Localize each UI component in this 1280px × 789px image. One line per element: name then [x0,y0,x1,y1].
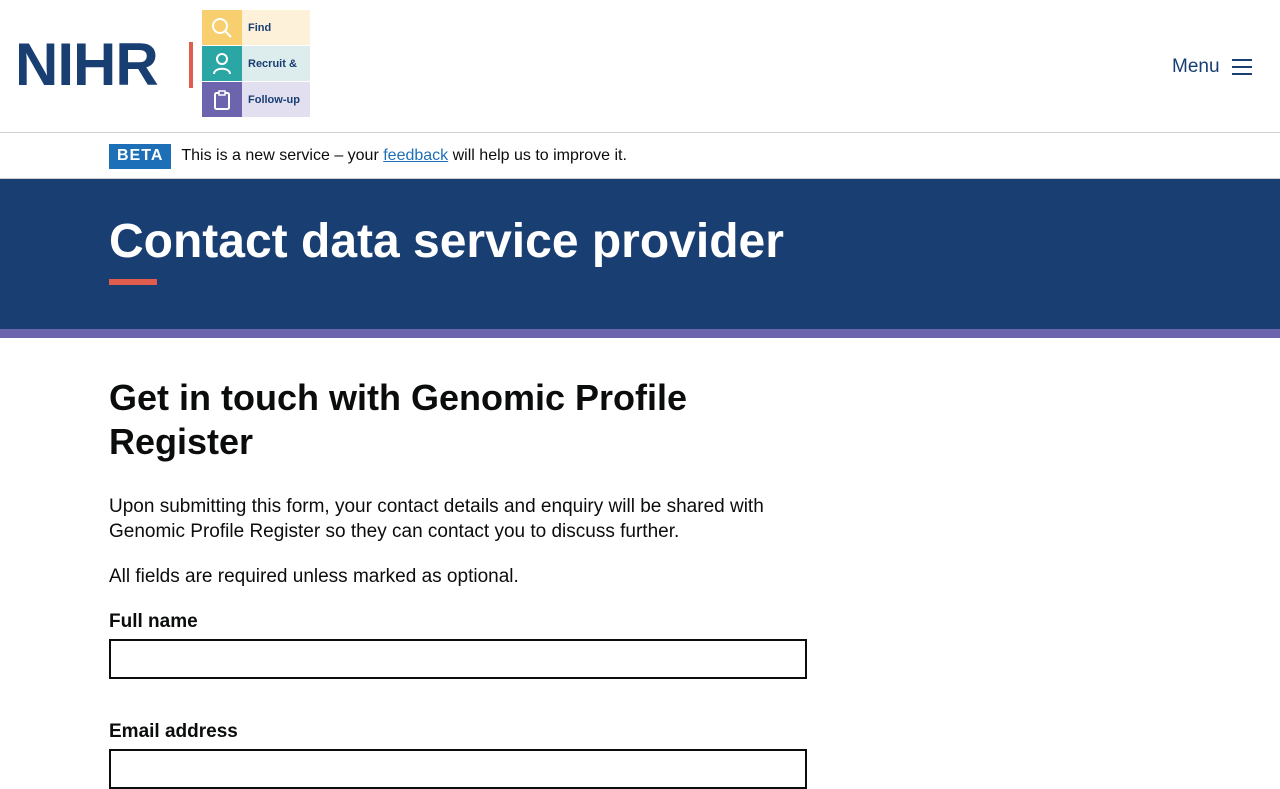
beta-text-after: will help us to improve it. [452,147,627,164]
hamburger-icon [1231,59,1252,75]
page-title: Contact data service provider [109,215,784,268]
nihr-logo[interactable]: NIHR Find Recruit & Follow-up [15,10,315,118]
search-icon [202,10,242,45]
intro-text: Upon submitting this form, your contact … [109,496,764,542]
full-name-label: Full name [109,611,198,632]
frf-row-recruit: Recruit & [202,46,310,81]
contact-form-section: Get in touch with Genomic Profile Regist… [109,376,809,789]
frf-row-find: Find [202,10,310,45]
menu-label: Menu [1172,56,1220,77]
frf-row-followup: Follow-up [202,82,310,117]
email-label: Email address [109,721,238,742]
find-recruit-followup-logo: Find Recruit & Follow-up [202,10,310,117]
email-field: Email address [109,719,809,789]
menu-button[interactable]: Menu [1172,54,1252,80]
beta-banner: BETA This is a new service – your feedba… [109,143,627,169]
frf-label-followup: Follow-up [242,82,310,117]
hero-banner: Contact data service provider [0,179,1280,329]
full-name-input[interactable] [109,639,807,679]
section-heading: Get in touch with Genomic Profile Regist… [109,377,688,462]
beta-text-before: This is a new service – your [181,147,379,164]
frf-label-find: Find [242,10,310,45]
title-underline [109,279,157,285]
email-input[interactable] [109,749,807,789]
logo-divider [189,42,193,88]
clipboard-icon [202,82,242,117]
full-name-field: Full name [109,609,809,679]
feedback-link[interactable]: feedback [383,147,448,165]
hero-accent-band [0,329,1280,338]
site-header: NIHR Find Recruit & Follow-up Menu [0,0,1280,133]
frf-label-recruit: Recruit & [242,46,310,81]
required-note: All fields are required unless marked as… [109,566,519,587]
nihr-wordmark: NIHR [15,31,159,98]
beta-tag: BETA [109,143,172,169]
person-icon [202,46,242,81]
